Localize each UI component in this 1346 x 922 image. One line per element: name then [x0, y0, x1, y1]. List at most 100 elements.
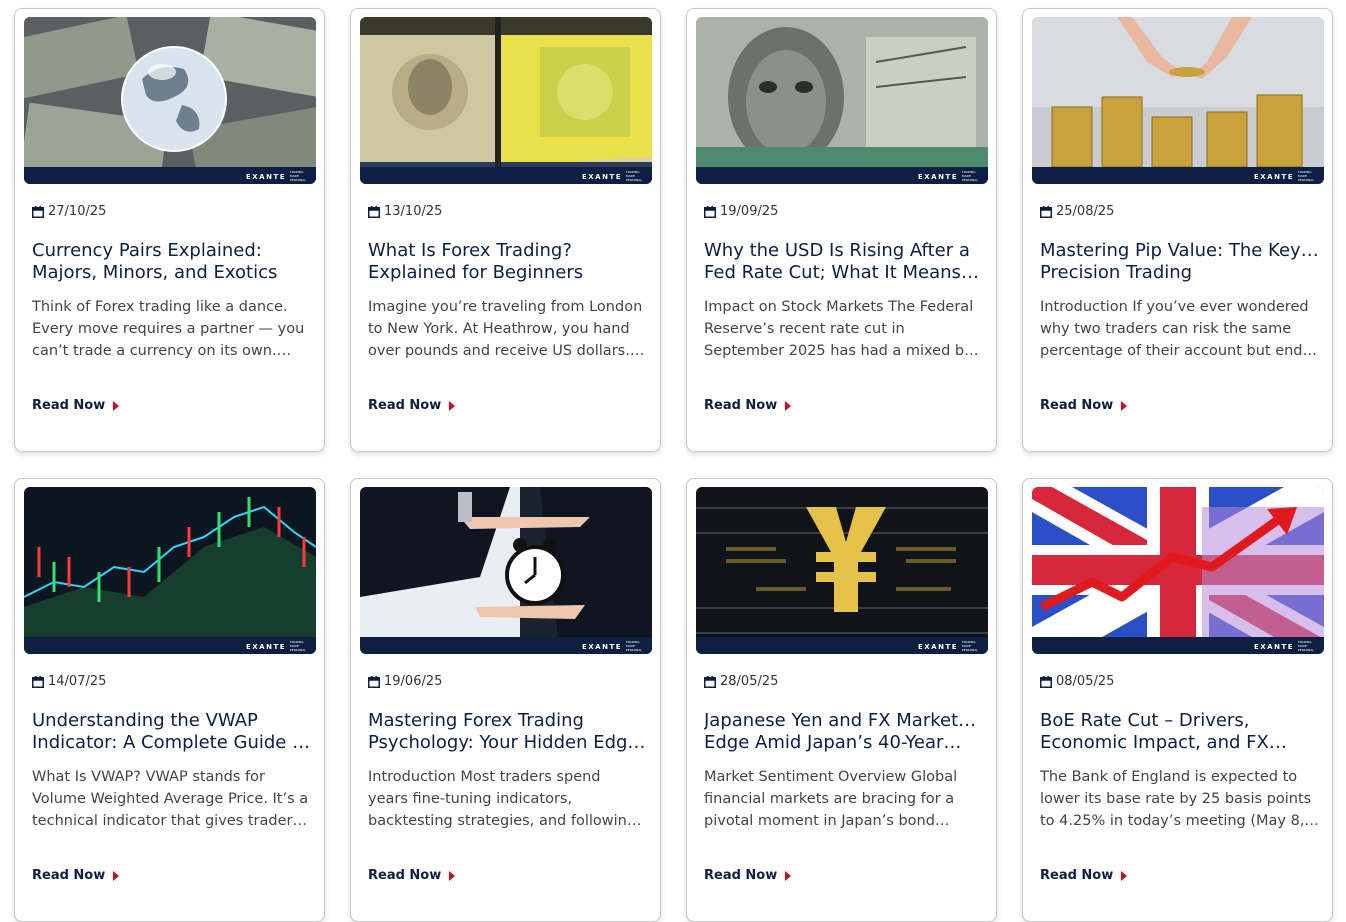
brand-tagline: TRADING MADE PERSONAL	[290, 170, 307, 182]
article-date: 13/10/25	[384, 204, 443, 219]
calendar-icon	[368, 675, 380, 688]
article-date: 19/06/25	[384, 674, 443, 689]
article-thumbnail[interactable]: EXANTE TRADING MADE PERSONAL	[360, 17, 652, 184]
read-now-link[interactable]: Read Now	[704, 398, 792, 413]
brand-bar: EXANTE TRADING MADE PERSONAL	[1032, 637, 1324, 654]
article-grid: EXANTE TRADING MADE PERSONAL 27/10/25 Cu…	[14, 8, 1333, 922]
brand-logo: EXANTE	[917, 173, 958, 181]
excerpt-line: backtesting strategies, and following…	[368, 813, 650, 829]
article-title-line: Mastering Forex Trading	[368, 710, 584, 731]
brand-tagline: TRADING MADE PERSONAL	[626, 640, 643, 652]
article-excerpt: Introduction Most traders spend years fi…	[368, 766, 650, 832]
article-card[interactable]: EXANTE TRADING MADE PERSONAL 27/10/25 Cu…	[14, 8, 325, 452]
article-date: 28/05/25	[720, 674, 779, 689]
caret-right-icon	[113, 870, 120, 881]
calendar-icon	[1040, 675, 1052, 688]
brand-bar: EXANTE TRADING MADE PERSONAL	[360, 167, 652, 184]
read-now-link[interactable]: Read Now	[368, 398, 456, 413]
article-card[interactable]: EXANTE TRADING MADE PERSONAL 14/07/25 Un…	[14, 478, 325, 922]
read-now-link[interactable]: Read Now	[1040, 398, 1128, 413]
article-title[interactable]: Mastering Forex Trading Psychology: Your…	[368, 710, 648, 754]
read-now-link[interactable]: Read Now	[1040, 868, 1128, 883]
brand-tagline: TRADING MADE PERSONAL	[290, 640, 307, 652]
article-date: 25/08/25	[1056, 204, 1115, 219]
brand-logo: EXANTE	[1253, 173, 1294, 181]
brand-logo: EXANTE	[581, 173, 622, 181]
article-card[interactable]: EXANTE TRADING MADE PERSONAL 25/08/25 Ma…	[1022, 8, 1333, 452]
article-title[interactable]: Mastering Pip Value: The Key to Precisio…	[1040, 240, 1320, 284]
article-excerpt: Think of Forex trading like a dance. Eve…	[32, 296, 314, 362]
article-card[interactable]: EXANTE TRADING MADE PERSONAL 19/09/25 Wh…	[686, 8, 997, 452]
article-card[interactable]: EXANTE TRADING MADE PERSONAL 13/10/25 Wh…	[350, 8, 661, 452]
excerpt-line: financial markets are bracing for a	[704, 791, 955, 807]
date-row: 19/09/25	[704, 204, 778, 219]
excerpt-line: Reserve’s recent rate cut in	[704, 321, 905, 337]
caret-right-icon	[449, 400, 456, 411]
article-thumbnail[interactable]: EXANTE TRADING MADE PERSONAL	[696, 17, 988, 184]
read-now-label: Read Now	[1040, 868, 1114, 883]
date-row: 13/10/25	[368, 204, 442, 219]
calendar-icon	[32, 205, 44, 218]
article-thumbnail[interactable]: EXANTE TRADING MADE PERSONAL	[696, 487, 988, 654]
article-date: 14/07/25	[48, 674, 107, 689]
read-now-link[interactable]: Read Now	[32, 868, 120, 883]
read-now-label: Read Now	[368, 868, 442, 883]
article-excerpt: Impact on Stock Markets The Federal Rese…	[704, 296, 986, 362]
article-title-line: Mastering Pip Value: The Key to	[1040, 240, 1320, 261]
excerpt-line: to New York. At Heathrow, you hand	[368, 321, 630, 337]
excerpt-line: over pounds and receive US dollars.…	[368, 343, 645, 359]
read-now-label: Read Now	[704, 868, 778, 883]
date-row: 28/05/25	[704, 674, 778, 689]
excerpt-line: why two traders can risk the same	[1040, 321, 1292, 337]
article-excerpt: Market Sentiment Overview Global financi…	[704, 766, 986, 832]
article-thumbnail[interactable]: EXANTE TRADING MADE PERSONAL	[360, 487, 652, 654]
excerpt-line: The Bank of England is expected to	[1040, 769, 1298, 785]
read-now-link[interactable]: Read Now	[368, 868, 456, 883]
excerpt-line: percentage of their account but end…	[1040, 343, 1318, 359]
article-thumbnail[interactable]: EXANTE TRADING MADE PERSONAL	[1032, 487, 1324, 654]
article-thumbnail[interactable]: EXANTE TRADING MADE PERSONAL	[1032, 17, 1324, 184]
brand-tagline: TRADING MADE PERSONAL	[1298, 170, 1315, 182]
brand-tagline: TRADING MADE PERSONAL	[962, 640, 979, 652]
article-title[interactable]: BoE Rate Cut – Drivers, Economic Impact,…	[1040, 710, 1320, 754]
calendar-icon	[1040, 205, 1052, 218]
excerpt-line: Volume Weighted Average Price. It’s a	[32, 791, 309, 807]
brand-bar: EXANTE TRADING MADE PERSONAL	[696, 167, 988, 184]
excerpt-line: pivotal moment in Japan’s bond…	[704, 813, 950, 829]
article-title-line: Psychology: Your Hidden Edge …	[368, 732, 648, 753]
caret-right-icon	[1121, 870, 1128, 881]
brand-bar: EXANTE TRADING MADE PERSONAL	[360, 637, 652, 654]
excerpt-line: Impact on Stock Markets The Federal	[704, 299, 974, 315]
article-title-line: What Is Forex Trading?	[368, 240, 572, 261]
read-now-link[interactable]: Read Now	[704, 868, 792, 883]
excerpt-line: Introduction Most traders spend	[368, 769, 601, 785]
caret-right-icon	[449, 870, 456, 881]
article-card[interactable]: EXANTE TRADING MADE PERSONAL 19/06/25 Ma…	[350, 478, 661, 922]
article-card[interactable]: EXANTE TRADING MADE PERSONAL 08/05/25 Bo…	[1022, 478, 1333, 922]
article-title[interactable]: Understanding the VWAP Indicator: A Comp…	[32, 710, 312, 754]
article-title[interactable]: Currency Pairs Explained: Majors, Minors…	[32, 240, 312, 284]
article-title-line: Economic Impact, and FX…	[1040, 732, 1287, 753]
calendar-icon	[704, 205, 716, 218]
read-now-link[interactable]: Read Now	[32, 398, 120, 413]
caret-right-icon	[1121, 400, 1128, 411]
article-title-line: BoE Rate Cut – Drivers,	[1040, 710, 1250, 731]
brand-logo: EXANTE	[917, 643, 958, 651]
date-row: 19/06/25	[368, 674, 442, 689]
article-card[interactable]: EXANTE TRADING MADE PERSONAL 28/05/25 Ja…	[686, 478, 997, 922]
article-thumbnail[interactable]: EXANTE TRADING MADE PERSONAL	[24, 487, 316, 654]
date-row: 27/10/25	[32, 204, 106, 219]
brand-tagline: TRADING MADE PERSONAL	[1298, 640, 1315, 652]
article-title[interactable]: What Is Forex Trading? Explained for Beg…	[368, 240, 648, 284]
article-title[interactable]: Japanese Yen and FX Markets on Edge Amid…	[704, 710, 984, 754]
read-now-label: Read Now	[1040, 398, 1114, 413]
article-title[interactable]: Why the USD Is Rising After a Fed Rate C…	[704, 240, 984, 284]
article-title-line: Precision Trading	[1040, 262, 1193, 283]
brand-bar: EXANTE TRADING MADE PERSONAL	[696, 637, 988, 654]
date-row: 25/08/25	[1040, 204, 1114, 219]
excerpt-line: technical indicator that gives trader…	[32, 813, 307, 829]
excerpt-line: What Is VWAP? VWAP stands for	[32, 769, 265, 785]
article-title-line: Edge Amid Japan’s 40-Year…	[704, 732, 962, 753]
article-excerpt: Imagine you’re traveling from London to …	[368, 296, 650, 362]
article-thumbnail[interactable]: EXANTE TRADING MADE PERSONAL	[24, 17, 316, 184]
